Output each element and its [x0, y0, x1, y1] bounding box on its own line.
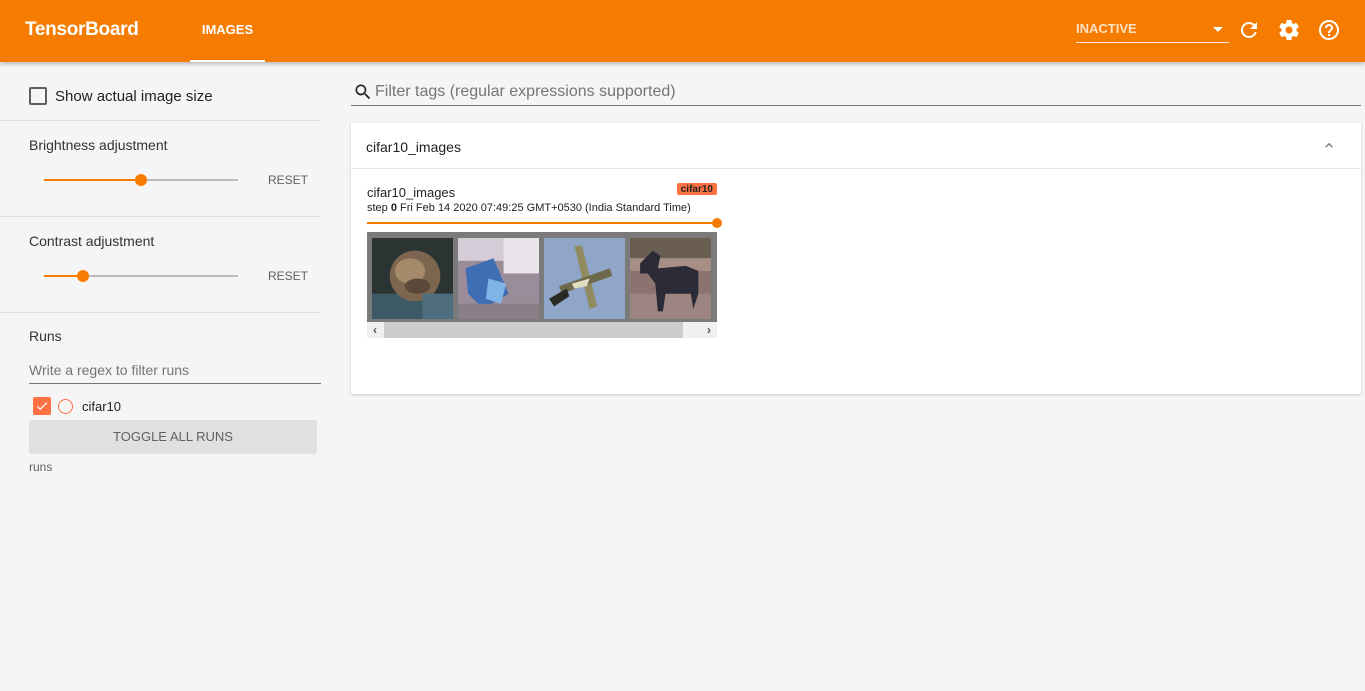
tab-images-label: IMAGES [201, 22, 254, 37]
settings-gear-icon[interactable] [1277, 18, 1301, 42]
run-checkbox[interactable] [33, 397, 51, 415]
slider-knob[interactable] [76, 270, 89, 282]
run-name: cifar10 [82, 398, 122, 414]
toggle-all-runs-button[interactable]: TOGGLE ALL RUNS [29, 420, 317, 454]
reload-status-value: INACTIVE [1076, 21, 1137, 36]
brightness-slider[interactable] [44, 173, 238, 187]
chevron-up-icon[interactable] [1322, 139, 1336, 153]
slider-fill [44, 179, 141, 181]
step-value: 0 [390, 202, 397, 214]
top-app-bar: TensorBoard IMAGES INACTIVE [0, 0, 1365, 62]
image-thumbnail-airplane [544, 238, 625, 319]
runs-title: Runs [29, 328, 62, 344]
contrast-title: Contrast adjustment [29, 233, 155, 249]
category-title: cifar10_images [366, 139, 461, 155]
slider-knob[interactable] [135, 174, 147, 186]
show-actual-size-checkbox[interactable]: Show actual image size [29, 87, 213, 105]
search-icon [355, 84, 371, 100]
category-header[interactable]: cifar10_images [351, 123, 1361, 169]
checkbox-icon [29, 87, 47, 105]
tag-filter-input[interactable] [375, 80, 1355, 104]
image-strip [367, 232, 717, 322]
show-actual-size-label: Show actual image size [55, 87, 213, 105]
image-size-section: Show actual image size [0, 62, 321, 121]
runs-filter-field[interactable] [29, 354, 321, 384]
checkmark-icon [36, 402, 48, 411]
sidebar: Show actual image size Brightness adjust… [0, 62, 321, 691]
run-item-cifar10: cifar10 [33, 397, 121, 415]
step-label: step [367, 202, 388, 214]
contrast-reset-button[interactable]: RESET [268, 269, 308, 283]
refresh-icon[interactable] [1237, 18, 1261, 42]
step-slider-fill [367, 222, 717, 224]
brightness-section: Brightness adjustment RESET [0, 121, 321, 217]
active-tab-indicator [190, 60, 265, 62]
scroll-left-icon[interactable]: ‹ [369, 324, 381, 336]
runs-footer-label: runs [29, 460, 53, 474]
app-title: TensorBoard [25, 19, 139, 40]
run-badge: cifar10 [676, 183, 717, 195]
image-thumbnail-horse [630, 238, 711, 319]
dropdown-caret-icon [1213, 27, 1223, 32]
help-icon[interactable] [1317, 18, 1341, 42]
tab-images[interactable]: IMAGES [190, 0, 265, 62]
contrast-section: Contrast adjustment RESET [0, 217, 321, 313]
image-tag-name: cifar10_images [367, 185, 456, 200]
category-pane: cifar10_images cifar10_images cifar10 st… [351, 123, 1361, 394]
image-strip-scrollbar[interactable]: ‹ › [367, 322, 717, 338]
brightness-reset-button[interactable]: RESET [268, 173, 308, 187]
step-info: step 0 Fri Feb 14 2020 07:49:25 GMT+0530… [367, 202, 691, 214]
runs-filter-input[interactable] [29, 354, 321, 382]
brightness-title: Brightness adjustment [29, 137, 168, 153]
image-thumbnail-truck [458, 238, 539, 319]
reload-status-dropdown[interactable]: INACTIVE [1076, 14, 1229, 43]
step-timestamp: Fri Feb 14 2020 07:49:25 GMT+0530 (India… [400, 202, 691, 214]
scrollbar-thumb[interactable] [384, 322, 683, 338]
image-thumbnail-monkey [372, 238, 453, 319]
step-slider[interactable] [367, 218, 722, 228]
scroll-right-icon[interactable]: › [703, 324, 715, 336]
run-color-radio[interactable] [58, 398, 73, 414]
step-slider-knob[interactable] [712, 218, 722, 228]
contrast-slider[interactable] [44, 269, 238, 283]
tag-filter-field[interactable] [351, 78, 1361, 106]
